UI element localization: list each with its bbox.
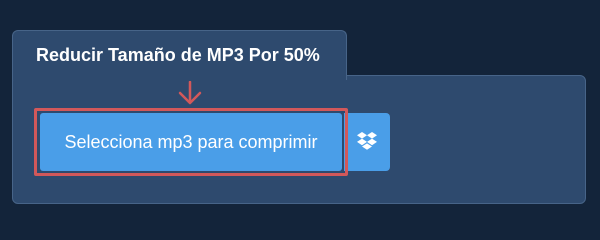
dropbox-icon (357, 132, 377, 150)
panel-title: Reducir Tamaño de MP3 Por 50% (36, 45, 320, 65)
dropbox-button[interactable] (344, 113, 390, 171)
arrow-down-icon (178, 81, 202, 105)
highlight-frame (34, 108, 348, 176)
panel-tab: Reducir Tamaño de MP3 Por 50% (12, 30, 347, 80)
